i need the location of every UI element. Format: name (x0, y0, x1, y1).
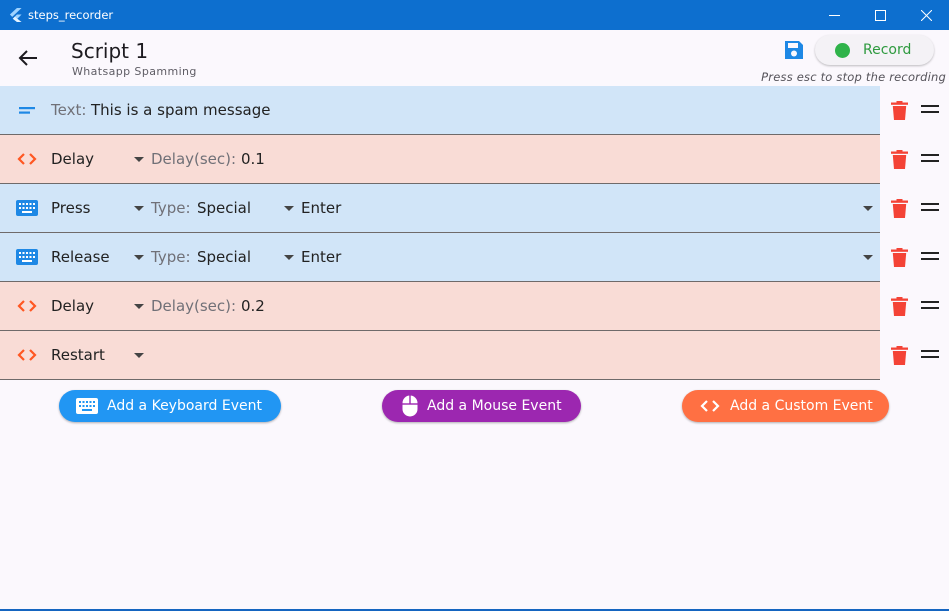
minimize-button[interactable] (811, 0, 857, 30)
type-label: Type: (151, 248, 191, 266)
event-type-label: Restart (51, 346, 105, 364)
arrow-left-icon (18, 50, 37, 66)
event-row-press[interactable]: Press Type: Special Enter (0, 184, 949, 233)
keyboard-icon (16, 249, 38, 265)
keyboard-icon (16, 200, 38, 216)
dropdown-caret-icon[interactable] (863, 206, 873, 211)
drag-handle-icon[interactable] (921, 105, 939, 115)
delete-icon[interactable] (891, 346, 908, 365)
delay-value[interactable]: 0.1 (241, 150, 265, 168)
event-row-delay[interactable]: Delay Delay(sec): 0.1 (0, 135, 949, 184)
code-brackets-icon (17, 349, 37, 361)
record-dot-icon (835, 42, 850, 58)
type-label: Type: (151, 199, 191, 217)
maximize-button[interactable] (857, 0, 903, 30)
page-title: Script 1 (71, 39, 149, 63)
drag-handle-icon[interactable] (921, 301, 939, 311)
window-title: steps_recorder (28, 8, 114, 22)
add-mouse-event-button[interactable]: Add a Mouse Event (382, 390, 581, 422)
dropdown-caret-icon[interactable] (284, 206, 294, 211)
add-custom-label: Add a Custom Event (730, 398, 873, 414)
add-keyboard-event-button[interactable]: Add a Keyboard Event (59, 390, 281, 422)
event-row-restart[interactable]: Restart (0, 331, 949, 380)
dropdown-caret-icon[interactable] (134, 304, 144, 309)
record-label: Record (863, 42, 912, 58)
recording-hint: Press esc to stop the recording (761, 70, 946, 84)
window-titlebar: steps_recorder (0, 0, 949, 30)
add-mouse-label: Add a Mouse Event (427, 398, 562, 414)
type-value: Special (197, 199, 252, 217)
add-keyboard-label: Add a Keyboard Event (107, 398, 262, 414)
mouse-icon (402, 395, 418, 417)
maximize-icon (874, 9, 886, 21)
page-subtitle: Whatsapp Spamming (72, 65, 197, 78)
drag-handle-icon[interactable] (921, 203, 939, 213)
delete-icon[interactable] (891, 199, 908, 218)
event-list: Text: This is a spam message Delay Delay… (0, 86, 949, 380)
event-row-text[interactable]: Text: This is a spam message (0, 86, 949, 135)
dropdown-caret-icon[interactable] (134, 157, 144, 162)
key-value[interactable]: Enter (301, 199, 341, 217)
dropdown-caret-icon[interactable] (134, 353, 144, 358)
text-label: Text: (51, 101, 87, 119)
text-value[interactable]: This is a spam message (91, 101, 270, 119)
type-value: Special (197, 248, 252, 266)
dropdown-caret-icon[interactable] (134, 206, 144, 211)
text-lines-icon (19, 107, 35, 114)
dropdown-caret-icon[interactable] (284, 255, 294, 260)
event-row-release[interactable]: Release Type: Special Enter (0, 233, 949, 282)
event-type-label: Press (51, 199, 91, 217)
event-type-label: Delay (51, 297, 95, 315)
minimize-icon (828, 14, 840, 16)
event-row-delay[interactable]: Delay Delay(sec): 0.2 (0, 282, 949, 331)
drag-handle-icon[interactable] (921, 252, 939, 262)
close-button[interactable] (903, 0, 949, 30)
delete-icon[interactable] (891, 101, 908, 120)
drag-handle-icon[interactable] (921, 350, 939, 360)
dropdown-caret-icon[interactable] (863, 255, 873, 260)
code-brackets-icon (17, 153, 37, 165)
key-value[interactable]: Enter (301, 248, 341, 266)
event-type-label: Release (51, 248, 110, 266)
save-icon[interactable] (784, 40, 804, 60)
code-brackets-icon (17, 300, 37, 312)
back-button[interactable] (14, 44, 42, 72)
dropdown-caret-icon[interactable] (134, 255, 144, 260)
keyboard-icon (76, 398, 98, 414)
flutter-logo-icon (9, 8, 22, 22)
record-button[interactable]: Record (815, 35, 934, 65)
delete-icon[interactable] (891, 150, 908, 169)
delete-icon[interactable] (891, 297, 908, 316)
delay-label: Delay(sec): (151, 150, 237, 168)
delay-value[interactable]: 0.2 (241, 297, 265, 315)
event-type-label: Delay (51, 150, 95, 168)
add-custom-event-button[interactable]: Add a Custom Event (682, 390, 889, 422)
close-icon (920, 9, 932, 21)
drag-handle-icon[interactable] (921, 154, 939, 164)
delete-icon[interactable] (891, 248, 908, 267)
code-brackets-icon (699, 398, 721, 414)
delay-label: Delay(sec): (151, 297, 237, 315)
